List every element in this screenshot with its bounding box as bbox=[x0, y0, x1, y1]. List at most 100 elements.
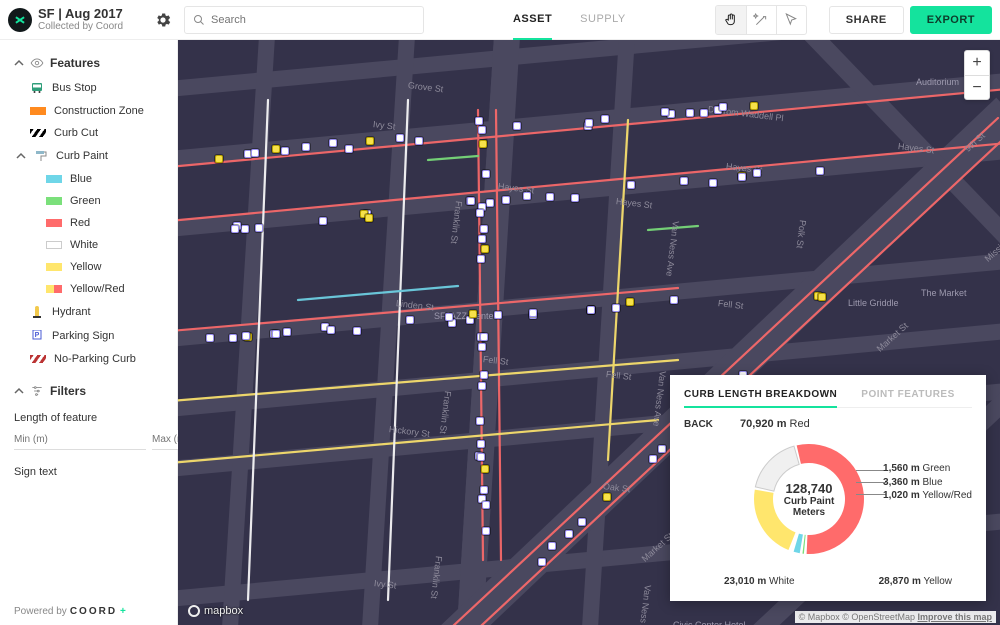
paint-yellow-red[interactable]: Yellow/Red bbox=[0, 278, 177, 300]
paint-blue[interactable]: Blue bbox=[0, 168, 177, 190]
search-input[interactable] bbox=[211, 14, 415, 26]
dataset-title: SF | Aug 2017 bbox=[38, 7, 148, 21]
feature-label: Blue bbox=[70, 173, 92, 185]
mapbox-logo: mapbox bbox=[188, 605, 243, 617]
map-marker bbox=[578, 518, 586, 526]
feature-label: Curb Paint bbox=[56, 150, 108, 162]
view-tabs: ASSET SUPPLY bbox=[430, 0, 709, 40]
eye-icon bbox=[30, 56, 44, 70]
donut-center-label2: Meters bbox=[793, 507, 825, 518]
map-marker bbox=[753, 169, 761, 177]
improve-map-link[interactable]: Improve this map bbox=[917, 612, 992, 622]
feature-bus-stop[interactable]: Bus Stop bbox=[0, 76, 177, 100]
share-button[interactable]: SHARE bbox=[829, 6, 904, 34]
map-marker bbox=[478, 235, 486, 243]
top-bar: SF | Aug 2017 Collected by Coord ASSET S… bbox=[0, 0, 1000, 40]
map-marker bbox=[571, 194, 579, 202]
map-marker bbox=[709, 179, 717, 187]
map-marker bbox=[480, 486, 488, 494]
filters-section-head[interactable]: Filters bbox=[0, 378, 177, 404]
map-marker bbox=[603, 493, 611, 501]
map-marker bbox=[480, 371, 488, 379]
feature-no-parking-curb[interactable]: No-Parking Curb bbox=[0, 348, 177, 370]
map-marker bbox=[750, 102, 758, 110]
map-marker bbox=[406, 316, 414, 324]
filter-icon bbox=[30, 384, 44, 398]
map-marker bbox=[523, 192, 531, 200]
tool-wand[interactable] bbox=[746, 6, 776, 34]
app-logo bbox=[8, 8, 32, 32]
main-area: Features Bus Stop Construction Zone Curb… bbox=[0, 40, 1000, 625]
svg-text:P: P bbox=[35, 332, 40, 339]
bus-icon bbox=[30, 81, 44, 95]
panel-tab-point-features[interactable]: POINT FEATURES bbox=[861, 385, 954, 407]
gear-icon[interactable] bbox=[154, 11, 172, 29]
map-marker bbox=[445, 313, 453, 321]
feature-label: Hydrant bbox=[52, 306, 91, 318]
feature-label: Yellow bbox=[70, 261, 101, 273]
map-marker bbox=[281, 147, 289, 155]
map-marker bbox=[329, 139, 337, 147]
paint-yellow[interactable]: Yellow bbox=[0, 256, 177, 278]
zoom-in-button[interactable]: + bbox=[965, 51, 989, 75]
filter-length-label: Length of feature bbox=[0, 404, 177, 426]
tool-pan[interactable] bbox=[716, 6, 746, 34]
feature-construction-zone[interactable]: Construction Zone bbox=[0, 100, 177, 122]
poi-label: SFJAZZ Center bbox=[434, 311, 497, 321]
chevron-up-icon bbox=[14, 386, 24, 396]
poi-label: The Market bbox=[921, 288, 967, 298]
map-marker bbox=[601, 115, 609, 123]
tab-asset[interactable]: ASSET bbox=[513, 0, 552, 40]
swatch-yellow-red bbox=[46, 285, 62, 293]
feature-label: No-Parking Curb bbox=[54, 353, 136, 365]
attrib-mapbox: © Mapbox bbox=[799, 612, 840, 622]
map-marker bbox=[816, 167, 824, 175]
paint-green[interactable]: Green bbox=[0, 190, 177, 212]
paint-red[interactable]: Red bbox=[0, 212, 177, 234]
feature-parking-sign[interactable]: P Parking Sign bbox=[0, 324, 177, 348]
legend-right: 1,560 m Green 3,360 m Blue 1,020 m Yello… bbox=[883, 462, 972, 503]
feature-label: White bbox=[70, 239, 98, 251]
sidebar: Features Bus Stop Construction Zone Curb… bbox=[0, 40, 178, 625]
tool-cursor[interactable] bbox=[776, 6, 806, 34]
map-marker bbox=[477, 440, 485, 448]
search-field[interactable] bbox=[184, 6, 424, 34]
hydrant-icon bbox=[30, 305, 44, 319]
dataset-subtitle: Collected by Coord bbox=[38, 21, 148, 32]
filter-min-input[interactable] bbox=[14, 430, 146, 450]
features-section-head[interactable]: Features bbox=[0, 50, 177, 76]
mapbox-icon bbox=[188, 605, 200, 617]
map-canvas[interactable]: Ivy StGrove StHayes StHayes StHayes StHa… bbox=[178, 40, 1000, 625]
map-marker bbox=[587, 306, 595, 314]
map-marker bbox=[229, 334, 237, 342]
panel-tab-curb-length[interactable]: CURB LENGTH BREAKDOWN bbox=[684, 385, 837, 408]
map-tool-group bbox=[715, 5, 807, 35]
map-marker bbox=[476, 417, 484, 425]
map-marker bbox=[482, 527, 490, 535]
map-marker bbox=[241, 225, 249, 233]
swatch-orange bbox=[30, 107, 46, 115]
tab-supply[interactable]: SUPPLY bbox=[580, 0, 626, 40]
map-marker bbox=[529, 309, 537, 317]
feature-curb-paint[interactable]: Curb Paint bbox=[0, 144, 177, 168]
feature-curb-cut[interactable]: Curb Cut bbox=[0, 122, 177, 144]
breakdown-panel: CURB LENGTH BREAKDOWN POINT FEATURES BAC… bbox=[670, 375, 986, 601]
paint-white[interactable]: White bbox=[0, 234, 177, 256]
map-marker bbox=[480, 333, 488, 341]
map-marker bbox=[353, 327, 361, 335]
map-marker bbox=[482, 501, 490, 509]
swatch-no-parking bbox=[30, 355, 46, 363]
parking-sign-icon: P bbox=[30, 329, 44, 343]
export-button[interactable]: EXPORT bbox=[910, 6, 992, 34]
zoom-out-button[interactable]: − bbox=[965, 75, 989, 99]
map-marker bbox=[476, 209, 484, 217]
legend-yellow: 28,870 m Yellow bbox=[879, 576, 952, 587]
map-marker bbox=[658, 445, 666, 453]
swatch-white bbox=[46, 241, 62, 249]
feature-label: Green bbox=[70, 195, 101, 207]
feature-hydrant[interactable]: Hydrant bbox=[0, 300, 177, 324]
filters-label: Filters bbox=[50, 384, 86, 398]
panel-tabs: CURB LENGTH BREAKDOWN POINT FEATURES bbox=[684, 385, 972, 408]
map-marker bbox=[538, 558, 546, 566]
panel-back-button[interactable]: BACK bbox=[684, 419, 740, 430]
